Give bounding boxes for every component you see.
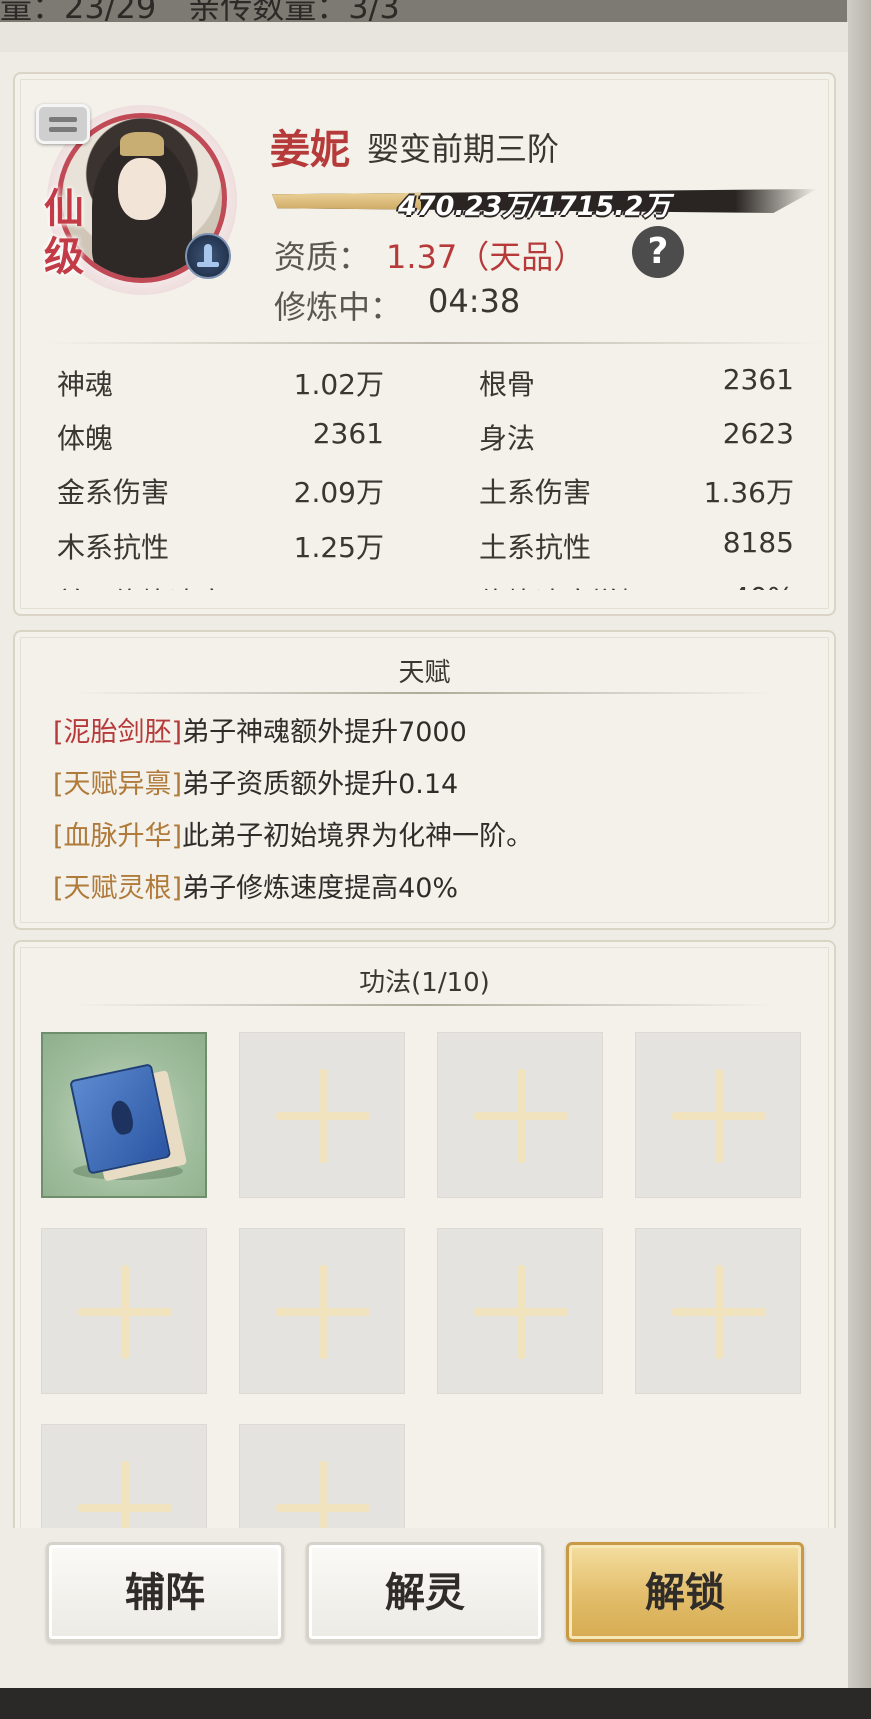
- aptitude-label: 资质：: [274, 238, 371, 276]
- talent-description: 弟子神魂额外提升7000: [182, 717, 467, 748]
- training-timer: 04:38: [428, 282, 521, 320]
- skill-slot-empty[interactable]: [437, 1228, 603, 1394]
- stat-value: 2361: [312, 417, 384, 450]
- skill-slot-empty[interactable]: [635, 1228, 801, 1394]
- stat-row: 弟子修炼速度 33.68万 修炼速度增幅 40%: [14, 581, 824, 590]
- skills-title: 功法(1/10): [359, 968, 490, 998]
- stat-row: 金系伤害 2.09万 土系伤害 1.36万: [14, 471, 824, 525]
- background-right-edge: [847, 0, 871, 1719]
- aptitude-value: 1.37（天品）: [386, 238, 586, 276]
- avatar-hair-ornament: [120, 132, 164, 156]
- stat-value: 1.02万: [293, 368, 384, 401]
- question-mark-icon[interactable]: ?: [632, 226, 684, 278]
- stat-row: 体魄 2361 身法 2623: [14, 417, 824, 471]
- skill-slot-empty[interactable]: [41, 1228, 207, 1394]
- skill-slot-filled[interactable]: [41, 1032, 207, 1198]
- talent-tag: [血脉升华]: [53, 821, 183, 852]
- stat-value: 1.36万: [703, 476, 794, 509]
- water-element-icon[interactable]: [185, 233, 231, 279]
- skill-slot-empty[interactable]: [635, 1032, 801, 1198]
- stat-value: 40%: [594, 581, 794, 590]
- stat-name: 金系伤害: [57, 476, 170, 509]
- talent-tag: [天赋异禀]: [53, 769, 183, 800]
- cultivation-realm: 婴变前期三阶: [367, 130, 560, 168]
- talent-description: 弟子修炼速度提高40%: [182, 873, 459, 904]
- stat-value: 33.68万: [184, 581, 384, 590]
- stat-row: 神魂 1.02万 根骨 2361: [14, 363, 824, 417]
- scroll-icon[interactable]: [36, 104, 90, 144]
- stat-name: 神魂: [57, 368, 114, 401]
- assist-formation-button[interactable]: 辅阵: [46, 1542, 284, 1642]
- stat-name: 体魄: [57, 422, 114, 455]
- stat-value: 8185: [722, 526, 794, 559]
- talents-title-divider: [75, 692, 774, 694]
- cultivation-progress-text: 470.23万/1715.2万: [398, 191, 671, 222]
- unlock-button[interactable]: 解锁: [566, 1542, 804, 1642]
- rank-label: 仙级: [44, 185, 84, 280]
- stats-divider: [45, 342, 826, 344]
- character-name: 姜妮: [270, 126, 350, 173]
- release-spirit-button[interactable]: 解灵: [306, 1542, 544, 1642]
- background-bottom-strip: [0, 1688, 871, 1719]
- stat-name: 根骨: [479, 368, 536, 401]
- talent-item: [天赋灵根]弟子修炼速度提高40%: [53, 866, 458, 905]
- stat-value: 1.25万: [293, 531, 384, 564]
- stat-row: 木系抗性 1.25万 土系抗性 8185: [14, 526, 824, 580]
- stat-name: 木系抗性: [57, 531, 170, 564]
- stat-value: 2.09万: [293, 476, 384, 509]
- stat-value: 2623: [722, 417, 794, 450]
- stat-name: 身法: [479, 422, 536, 455]
- talent-description: 此弟子初始境界为化神一阶。: [182, 821, 534, 852]
- stat-value: 2361: [722, 363, 794, 396]
- talent-item: [血脉升华]此弟子初始境界为化神一阶。: [53, 814, 533, 853]
- skill-slot-empty[interactable]: [239, 1228, 405, 1394]
- talents-card: 天赋 [泥胎剑胚]弟子神魂额外提升7000 [天赋异禀]弟子资质额外提升0.14…: [13, 630, 836, 930]
- skill-slot-empty[interactable]: [239, 1424, 405, 1538]
- training-status-label: 修炼中：: [274, 288, 403, 326]
- skill-slot-empty[interactable]: [239, 1032, 405, 1198]
- talent-item: [泥胎剑胚]弟子神魂额外提升7000: [53, 710, 467, 749]
- stat-name: 土系伤害: [479, 476, 592, 509]
- talent-description: 弟子资质额外提升0.14: [182, 769, 459, 800]
- talent-item: [天赋异禀]弟子资质额外提升0.14: [53, 762, 458, 801]
- skill-slot-empty[interactable]: [437, 1032, 603, 1198]
- talents-title: 天赋: [398, 658, 451, 688]
- skill-slot-empty[interactable]: [41, 1424, 207, 1538]
- avatar-face: [118, 158, 166, 220]
- stat-name: 土系抗性: [479, 531, 592, 564]
- skills-title-divider: [75, 1004, 774, 1006]
- skills-card: 功法(1/10): [13, 940, 836, 1540]
- talent-tag: [天赋灵根]: [53, 873, 183, 904]
- attribute-list[interactable]: 神魂 1.02万 根骨 2361 体魄 2361 身法 2623 金系伤害 2.…: [14, 355, 824, 590]
- talent-tag: [泥胎剑胚]: [53, 717, 183, 748]
